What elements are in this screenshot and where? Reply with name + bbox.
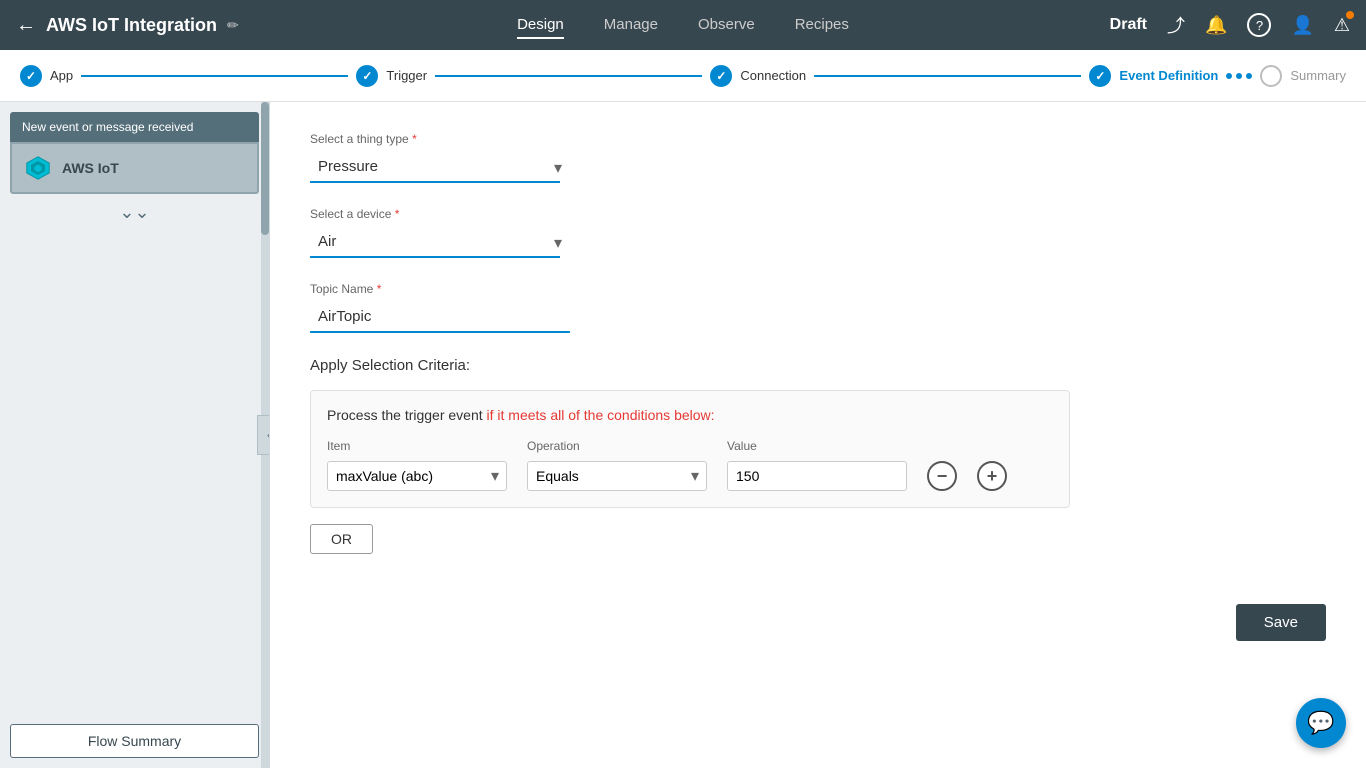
criteria-data-row: maxValue (abc) minValue (abc) avgValue (…	[327, 461, 1053, 491]
step-event-label: Event Definition	[1119, 68, 1218, 83]
criteria-operation-select[interactable]: Equals Not Equals Greater Than Less Than	[527, 461, 707, 491]
step-event-definition[interactable]: Event Definition	[1089, 65, 1218, 87]
step-trigger-label: Trigger	[386, 68, 427, 83]
selection-criteria-title: Apply Selection Criteria:	[310, 357, 1326, 374]
criteria-item-select[interactable]: maxValue (abc) minValue (abc) avgValue (…	[327, 461, 507, 491]
topic-name-group: Topic Name *	[310, 282, 1326, 333]
bell-icon[interactable]: 🔔	[1205, 15, 1227, 36]
criteria-value-header: Value	[727, 439, 927, 453]
step-app[interactable]: App	[20, 65, 73, 87]
add-condition-button[interactable]: +	[977, 461, 1007, 491]
device-select[interactable]: Air Water Ground	[310, 227, 560, 258]
thing-type-label: Select a thing type *	[310, 132, 1326, 146]
user-icon[interactable]: 👤	[1291, 15, 1313, 36]
dot-1	[1226, 73, 1232, 79]
sidebar-collapse-button[interactable]: ‹	[257, 415, 270, 455]
step-summary-circle	[1260, 65, 1282, 87]
help-icon[interactable]: ?	[1247, 13, 1271, 37]
criteria-operation-wrapper: Equals Not Equals Greater Than Less Than	[527, 461, 707, 491]
thing-type-select-wrapper: Pressure Temperature Humidity	[310, 152, 570, 183]
step-connection-circle	[710, 65, 732, 87]
step-trigger[interactable]: Trigger	[356, 65, 427, 87]
content-area: Select a thing type * Pressure Temperatu…	[270, 102, 1366, 768]
criteria-item-wrapper: maxValue (abc) minValue (abc) avgValue (…	[327, 461, 507, 491]
criteria-box: Process the trigger event if it meets al…	[310, 390, 1070, 508]
step-summary-label: Summary	[1290, 68, 1346, 83]
step-event-circle	[1089, 65, 1111, 87]
step-app-circle	[20, 65, 42, 87]
thing-type-group: Select a thing type * Pressure Temperatu…	[310, 132, 1326, 183]
edit-icon[interactable]: ✏	[227, 17, 239, 34]
scroll-down-chevron[interactable]: ⌄⌄	[10, 194, 259, 231]
chat-icon: 💬	[1307, 710, 1334, 736]
dot-3	[1246, 73, 1252, 79]
tab-recipes[interactable]: Recipes	[795, 12, 849, 39]
connector-connection-event	[814, 75, 1081, 77]
app-title: AWS IoT Integration	[46, 15, 217, 36]
remove-condition-button[interactable]: −	[927, 461, 957, 491]
sidebar-aws-iot-item[interactable]: AWS IoT	[10, 142, 259, 194]
step-trigger-circle	[356, 65, 378, 87]
wizard-steps: App Trigger Connection Event Definition …	[0, 50, 1366, 102]
top-navigation: ← AWS IoT Integration ✏ Design Manage Ob…	[0, 0, 1366, 50]
draft-badge: Draft	[1110, 16, 1147, 34]
sidebar-scrollbar-thumb	[261, 102, 269, 235]
device-group: Select a device * Air Water Ground	[310, 207, 1326, 258]
tab-design[interactable]: Design	[517, 12, 564, 39]
sidebar-content: New event or message received AWS IoT ⌄⌄	[0, 102, 269, 418]
connector-trigger-connection	[435, 75, 702, 77]
connector-app-trigger	[81, 75, 348, 77]
dot-2	[1236, 73, 1242, 79]
topic-name-label: Topic Name *	[310, 282, 1326, 296]
flow-summary-button[interactable]: Flow Summary	[10, 724, 259, 758]
save-button[interactable]: Save	[1236, 604, 1326, 641]
tab-observe[interactable]: Observe	[698, 12, 755, 39]
criteria-header-row: Item Operation Value	[327, 439, 1053, 453]
warning-icon[interactable]: ⚠	[1334, 15, 1350, 36]
step-connection[interactable]: Connection	[710, 65, 806, 87]
criteria-value-input[interactable]	[727, 461, 907, 491]
nav-right: Draft ⤴ 🔔 ? 👤 ⚠	[1090, 12, 1350, 38]
thing-type-select[interactable]: Pressure Temperature Humidity	[310, 152, 560, 183]
criteria-item-header: Item	[327, 439, 507, 453]
back-button[interactable]: ←	[16, 14, 36, 37]
main-layout: New event or message received AWS IoT ⌄⌄…	[0, 102, 1366, 768]
tab-manage[interactable]: Manage	[604, 12, 658, 39]
external-link-icon[interactable]: ⤴	[1167, 12, 1185, 38]
or-button[interactable]: OR	[310, 524, 373, 554]
criteria-operation-header: Operation	[527, 439, 707, 453]
chat-bubble-button[interactable]: 💬	[1296, 698, 1346, 748]
sidebar-section-header: New event or message received	[10, 112, 259, 142]
sidebar: New event or message received AWS IoT ⌄⌄…	[0, 102, 270, 768]
step-summary[interactable]: Summary	[1260, 65, 1346, 87]
device-select-wrapper: Air Water Ground	[310, 227, 570, 258]
topic-name-input[interactable]	[310, 302, 570, 333]
step-dots	[1226, 73, 1252, 79]
device-label: Select a device *	[310, 207, 1326, 221]
sidebar-item-label: AWS IoT	[62, 160, 119, 176]
nav-tabs: Design Manage Observe Recipes	[276, 12, 1090, 39]
nav-left: ← AWS IoT Integration ✏	[16, 14, 276, 37]
step-app-label: App	[50, 68, 73, 83]
step-connection-label: Connection	[740, 68, 806, 83]
aws-iot-icon	[24, 154, 52, 182]
criteria-description: Process the trigger event if it meets al…	[327, 407, 1053, 423]
